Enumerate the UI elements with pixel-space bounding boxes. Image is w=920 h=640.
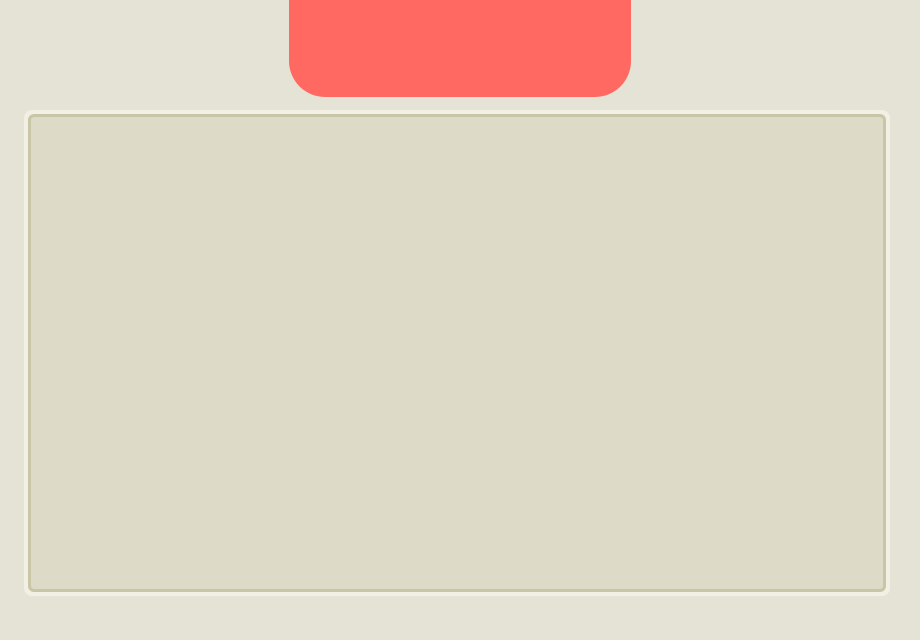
content-panel-body [28,114,886,592]
content-panel [24,110,890,596]
top-tab[interactable] [289,0,631,97]
